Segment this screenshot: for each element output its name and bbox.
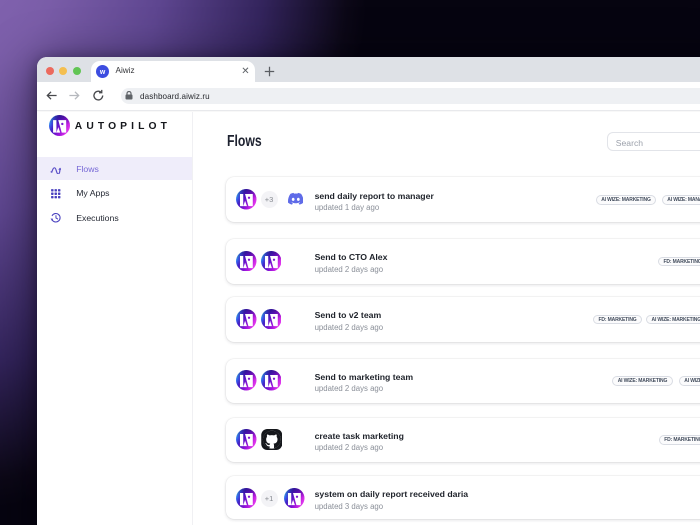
svg-text:w: w	[99, 69, 106, 76]
